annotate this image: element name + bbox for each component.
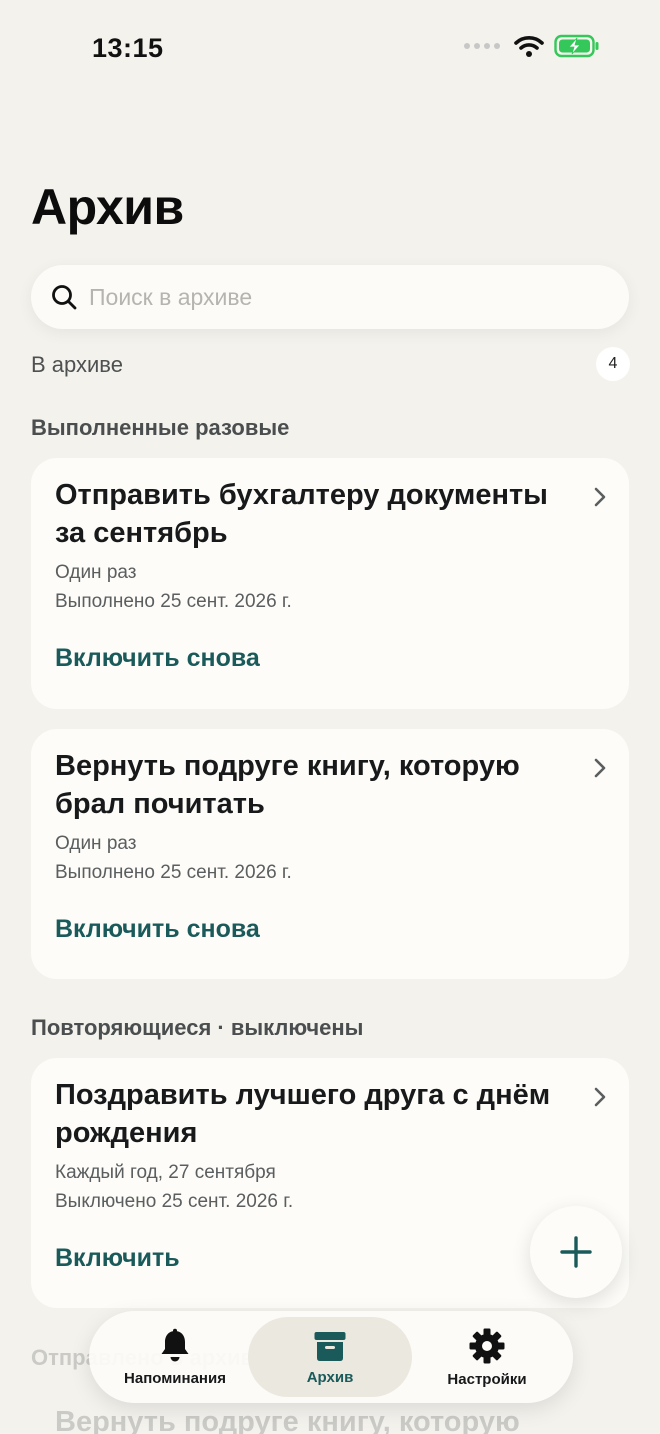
page-title: Архив bbox=[31, 179, 184, 235]
reminder-title: Поздравить лучшего друга с днём рождения bbox=[55, 1079, 551, 1149]
reenable-button[interactable]: Включить снова bbox=[55, 644, 260, 673]
chevron-right-icon bbox=[594, 1087, 606, 1107]
reminder-status: Выполнено 25 сент. 2026 г. bbox=[55, 862, 292, 883]
reminder-title: Отправить бухгалтеру документы за сентяб… bbox=[55, 479, 548, 549]
reminder-card[interactable]: Вернуть подруге книгу, которую брал почи… bbox=[31, 729, 629, 979]
tab-archive[interactable]: Архив bbox=[248, 1317, 412, 1397]
cellular-signal-icon bbox=[464, 43, 500, 49]
reminder-frequency: Один раз bbox=[55, 833, 137, 854]
search-bar[interactable] bbox=[31, 265, 629, 329]
tab-settings[interactable]: Настройки bbox=[405, 1317, 569, 1397]
status-indicators bbox=[464, 34, 600, 58]
tab-label: Архив bbox=[306, 1368, 354, 1386]
reminder-title: Вернуть подруге книгу, которую брал почи… bbox=[55, 750, 520, 820]
archive-count-label: В архиве bbox=[31, 352, 123, 377]
search-input[interactable] bbox=[89, 283, 569, 311]
archive-box-icon bbox=[314, 1331, 346, 1361]
status-bar: 13:15 bbox=[0, 0, 660, 100]
reenable-button[interactable]: Включить снова bbox=[55, 915, 260, 944]
tab-label: Настройки bbox=[447, 1370, 527, 1388]
gear-icon bbox=[469, 1328, 505, 1363]
reminder-title: Вернуть подруге книгу, которую bbox=[55, 1406, 520, 1434]
search-icon bbox=[52, 285, 77, 310]
reminder-status: Выключено 25 сент. 2026 г. bbox=[55, 1191, 294, 1212]
tab-bar: Напоминания Архив Настройки bbox=[89, 1311, 573, 1403]
status-time: 13:15 bbox=[92, 33, 164, 63]
section-header-recurring-disabled: Повторяющиеся · выключены bbox=[31, 1015, 364, 1040]
chevron-right-icon bbox=[594, 758, 606, 778]
tab-label: Напоминания bbox=[124, 1369, 226, 1387]
battery-charging-icon bbox=[554, 34, 599, 58]
plus-icon bbox=[560, 1236, 592, 1268]
reminder-status: Выполнено 25 сент. 2026 г. bbox=[55, 591, 292, 612]
section-header-completed-once: Выполненные разовые bbox=[31, 415, 290, 440]
archive-count-badge: 4 bbox=[596, 347, 630, 381]
reminder-card[interactable]: Отправить бухгалтеру документы за сентяб… bbox=[31, 458, 629, 709]
reminder-frequency: Один раз bbox=[55, 562, 137, 583]
reminder-frequency: Каждый год, 27 сентября bbox=[55, 1162, 276, 1183]
bell-icon bbox=[161, 1328, 189, 1361]
tab-reminders[interactable]: Напоминания bbox=[93, 1317, 257, 1397]
add-reminder-button[interactable] bbox=[530, 1206, 622, 1298]
chevron-right-icon bbox=[594, 487, 606, 507]
wifi-icon bbox=[514, 36, 544, 57]
enable-button[interactable]: Включить bbox=[55, 1244, 180, 1273]
